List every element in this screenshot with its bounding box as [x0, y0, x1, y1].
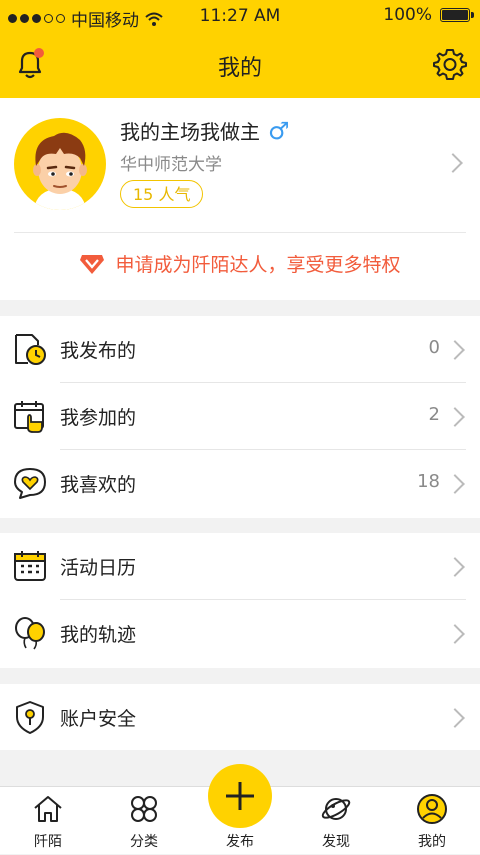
profile-name: 我的主场我做主 [120, 120, 260, 144]
profile-school: 华中师范大学 [120, 155, 222, 175]
chevron-right-icon [445, 474, 465, 494]
status-bar: 中国移动 11:27 AM 100% [0, 0, 480, 32]
list-item-label: 我喜欢的 [60, 474, 137, 496]
list-item-account-security[interactable]: 账户安全 [0, 684, 480, 750]
list-item-label: 我参加的 [60, 407, 137, 429]
chevron-right-icon [445, 407, 465, 427]
diamond-badge-icon [80, 254, 105, 274]
tab-qianmo[interactable]: 阡陌 [0, 787, 96, 855]
category-icon [131, 796, 157, 822]
apply-expert-link[interactable]: 申请成为阡陌达人，享受更多特权 [0, 250, 480, 277]
activity-list: 我发布的 0 我参加的 2 我喜欢的 18 [0, 316, 480, 518]
security-list: 账户安全 [0, 684, 480, 750]
planet-icon [321, 798, 351, 820]
profile-name-group: 我的主场我做主 ♂ [120, 116, 290, 145]
avatar-face-icon [33, 132, 87, 210]
battery-percent: 100% [383, 5, 432, 25]
battery-group: 100% [383, 5, 474, 25]
chevron-right-icon [445, 624, 465, 644]
popularity-badge: 15 人气 [120, 180, 204, 208]
list-item-my-liked[interactable]: 我喜欢的 18 [0, 450, 480, 516]
list-item-count: 0 [428, 337, 440, 358]
male-icon: ♂ [268, 116, 290, 145]
calendar-tap-icon [14, 401, 44, 433]
tab-discover[interactable]: 发现 [288, 787, 384, 855]
balloons-icon [15, 617, 45, 650]
chevron-right-icon [445, 708, 465, 728]
plus-icon [226, 782, 254, 810]
list-item-count: 18 [417, 471, 440, 492]
list-item-count: 2 [428, 404, 440, 425]
tab-label: 发现 [322, 834, 350, 850]
tools-list: 活动日历 我的轨迹 [0, 533, 480, 668]
profile-card[interactable]: 我的主场我做主 ♂ 华中师范大学 15 人气 申请成为阡陌达人，享受更多特权 [0, 98, 480, 300]
tab-category[interactable]: 分类 [96, 787, 192, 855]
publish-plus-button[interactable] [208, 764, 272, 828]
list-item-label: 我的轨迹 [60, 624, 137, 646]
tab-label: 我的 [418, 834, 446, 850]
calendar-icon [14, 551, 46, 581]
home-icon [34, 796, 62, 822]
list-item-label: 我发布的 [60, 340, 137, 362]
user-icon [417, 794, 447, 824]
nav-bar: 我的 [0, 32, 480, 98]
tab-label: 阡陌 [34, 834, 62, 850]
chevron-right-icon [445, 557, 465, 577]
tab-mine[interactable]: 我的 [384, 787, 480, 855]
document-clock-icon [15, 334, 46, 365]
list-item-activity-calendar[interactable]: 活动日历 [0, 533, 480, 599]
list-item-my-track[interactable]: 我的轨迹 [0, 600, 480, 666]
list-item-my-joined[interactable]: 我参加的 2 [0, 383, 480, 449]
chevron-right-icon [445, 340, 465, 360]
shield-icon [16, 701, 44, 734]
list-item-label: 活动日历 [60, 557, 137, 579]
apply-expert-text: 申请成为阡陌达人，享受更多特权 [115, 254, 401, 276]
tab-label: 发布 [226, 834, 254, 850]
page-title: 我的 [217, 56, 262, 81]
battery-icon [440, 8, 474, 22]
list-item-my-published[interactable]: 我发布的 0 [0, 316, 480, 382]
chevron-right-icon [443, 153, 463, 173]
tab-label: 分类 [130, 834, 158, 850]
list-item-label: 账户安全 [60, 708, 137, 730]
avatar[interactable] [14, 118, 106, 210]
divider [14, 232, 466, 233]
settings-gear-icon[interactable] [432, 46, 468, 82]
heart-bubble-icon [14, 468, 46, 499]
